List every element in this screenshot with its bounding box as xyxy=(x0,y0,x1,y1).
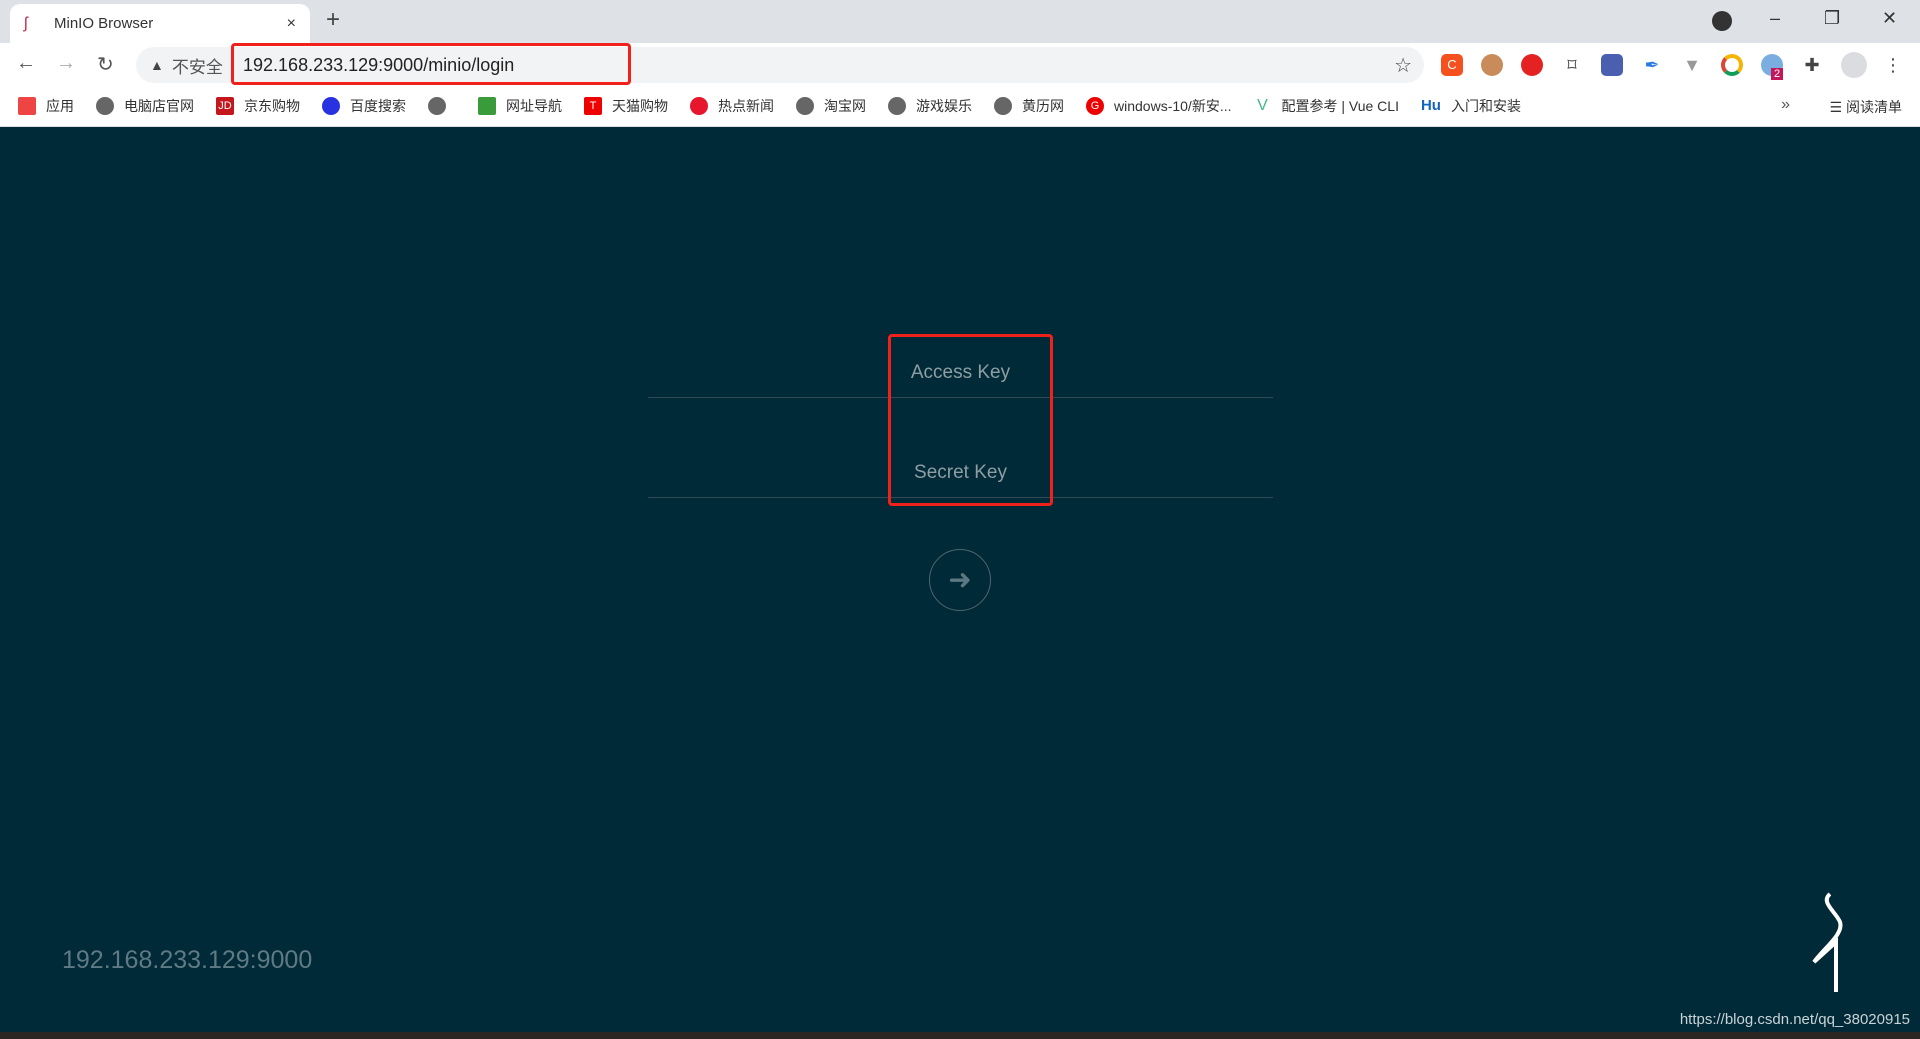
bookmark-label: 百度搜索 xyxy=(350,98,406,114)
bookmark-item[interactable]: JD 京东购物 xyxy=(216,96,300,116)
tmall-icon: T xyxy=(584,97,602,115)
bookmark-label: 电脑店官网 xyxy=(124,98,194,114)
close-window-button[interactable]: ✕ xyxy=(1882,8,1897,29)
reload-icon[interactable]: ↻ xyxy=(97,52,114,77)
jd-icon: JD xyxy=(216,97,234,115)
bookmark-item[interactable] xyxy=(428,97,456,115)
ig-icon: G xyxy=(1086,97,1104,115)
extensions-puzzle-icon[interactable]: ✚ xyxy=(1801,54,1823,76)
bookmark-label: 入门和安装 xyxy=(1450,98,1521,114)
bookmark-label: 黄历网 xyxy=(1022,98,1064,114)
bookmark-label: 天猫购物 xyxy=(612,98,668,114)
bookmarks-bar: 应用 电脑店官网 JD 京东购物 百度搜索 网址导航 T 天猫购物 热点新闻 淘宝网… xyxy=(0,86,1920,127)
bookmark-item[interactable]: 游戏娱乐 xyxy=(888,96,972,116)
bookmark-item[interactable]: 淘宝网 xyxy=(796,96,866,116)
extension-chrome-icon[interactable] xyxy=(1721,54,1743,76)
extension-window-icon[interactable] xyxy=(1601,54,1623,76)
bookmark-item[interactable]: T 天猫购物 xyxy=(584,96,668,116)
extension-v-icon[interactable]: ▼ xyxy=(1681,54,1703,76)
minimize-button[interactable]: – xyxy=(1770,8,1780,29)
bookmark-apps[interactable]: 应用 xyxy=(18,96,74,116)
2345-icon xyxy=(478,97,496,115)
bookmark-label: 淘宝网 xyxy=(824,98,866,114)
globe-icon xyxy=(994,97,1012,115)
back-icon[interactable]: ← xyxy=(16,52,36,75)
bookmark-label: 京东购物 xyxy=(244,98,300,114)
tab-close-icon[interactable]: × xyxy=(287,15,296,33)
bookmark-label: 配置参考 | Vue CLI xyxy=(1281,98,1399,114)
tab-minio-browser[interactable]: ʃ MinIO Browser × xyxy=(10,4,310,43)
bookmark-item[interactable]: 电脑店官网 xyxy=(96,96,194,116)
globe-icon xyxy=(796,97,814,115)
bookmark-item[interactable]: Gwindows-10/新安... xyxy=(1086,96,1231,116)
globe-icon xyxy=(888,97,906,115)
security-label[interactable]: 不安全 xyxy=(172,53,223,78)
bookmark-star-icon[interactable]: ☆ xyxy=(1394,53,1412,78)
bookmark-item[interactable]: V 配置参考 | Vue CLI xyxy=(1253,96,1399,116)
tab-title: MinIO Browser xyxy=(54,15,154,32)
extension-c-icon[interactable]: C xyxy=(1441,54,1463,76)
bookmark-item[interactable]: 黄历网 xyxy=(994,96,1064,116)
hu-icon: Hu xyxy=(1420,97,1441,114)
profile-avatar-icon[interactable] xyxy=(1841,52,1867,78)
sign-in-icon: ➜ xyxy=(948,564,972,595)
taskbar xyxy=(0,1032,1920,1039)
reading-list-icon: ☰ xyxy=(1829,99,1846,115)
bookmarks-overflow[interactable]: » xyxy=(1781,96,1790,114)
login-button[interactable]: ➜ xyxy=(929,549,991,611)
weibo-icon xyxy=(690,97,708,115)
highlight-url-box xyxy=(231,43,631,85)
baidu-paw-icon xyxy=(322,97,340,115)
server-host: 192.168.233.129:9000 xyxy=(62,946,313,974)
minio-favicon-icon: ʃ xyxy=(24,14,28,32)
watermark: https://blog.csdn.net/qq_38020915 xyxy=(1679,1011,1910,1028)
globe-icon xyxy=(96,97,114,115)
extension-feather-icon[interactable]: ✒ xyxy=(1641,54,1663,76)
bookmark-label: 网址导航 xyxy=(506,98,562,114)
extension-bookmark-icon[interactable]: ⌑ xyxy=(1561,54,1583,76)
bookmark-item[interactable]: Hu 入门和安装 xyxy=(1421,96,1521,116)
bookmark-label: 游戏娱乐 xyxy=(916,98,972,114)
tab-search-icon[interactable] xyxy=(1712,11,1732,31)
menu-kebab-icon[interactable]: ⋮ xyxy=(1882,54,1904,76)
tab-bar: ʃ MinIO Browser × + – ❐ ✕ xyxy=(0,0,1920,43)
vue-icon: V xyxy=(1257,97,1268,114)
bookmark-item[interactable]: 网址导航 xyxy=(478,96,562,116)
forward-icon[interactable]: → xyxy=(56,52,76,75)
restore-button[interactable]: ❐ xyxy=(1824,8,1840,29)
bookmark-label: 应用 xyxy=(46,98,74,114)
globe-icon xyxy=(428,97,446,115)
reading-list-label: 阅读清单 xyxy=(1846,99,1902,115)
extension-trash-icon[interactable] xyxy=(1521,54,1543,76)
bookmark-label: windows-10/新安... xyxy=(1114,98,1232,114)
apps-grid-icon xyxy=(18,97,36,115)
minio-logo-icon xyxy=(1812,892,1843,992)
bookmark-item[interactable]: 百度搜索 xyxy=(322,96,406,116)
extension-glasses-icon[interactable] xyxy=(1481,54,1503,76)
bookmark-item[interactable]: 热点新闻 xyxy=(690,96,774,116)
extension-badge: 2 xyxy=(1771,68,1784,80)
bookmark-label: 热点新闻 xyxy=(718,98,774,114)
reading-list[interactable]: ☰ 阅读清单 xyxy=(1830,97,1902,117)
warning-icon: ▲ xyxy=(150,57,164,73)
new-tab-button[interactable]: + xyxy=(326,6,340,34)
highlight-credentials-box xyxy=(888,334,1053,506)
